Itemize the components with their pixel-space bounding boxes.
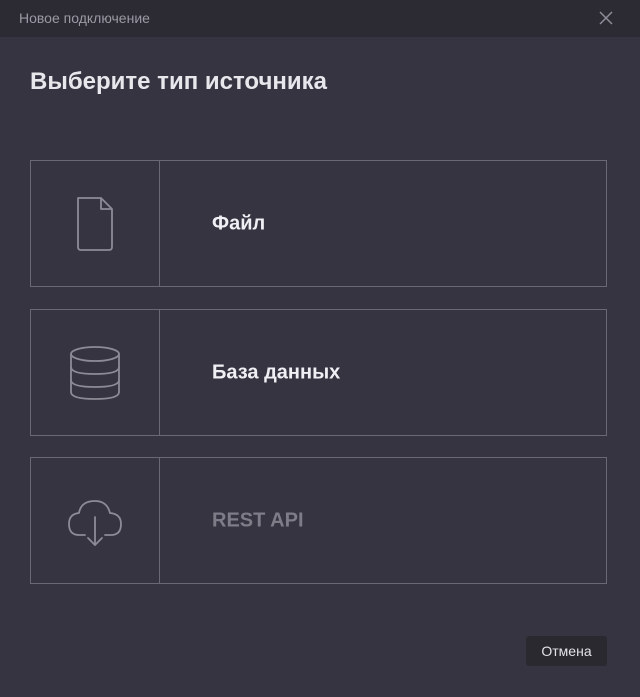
- option-label: REST API: [212, 509, 304, 531]
- database-icon: [70, 345, 120, 400]
- file-icon: [77, 196, 113, 251]
- cancel-button[interactable]: Отмена: [526, 636, 607, 666]
- option-icon-cell: [31, 458, 160, 583]
- option-label: Файл: [212, 212, 266, 234]
- option-icon-cell: [31, 161, 160, 286]
- option-file[interactable]: Файл: [30, 160, 607, 287]
- page-title: Выберите тип источника: [30, 68, 327, 95]
- close-button[interactable]: [596, 8, 616, 28]
- window-title: Новое подключение: [19, 10, 150, 26]
- close-icon: [599, 11, 613, 25]
- new-connection-dialog: Новое подключение Выберите тип источника…: [0, 0, 640, 697]
- titlebar: Новое подключение: [0, 0, 640, 37]
- option-icon-cell: [31, 310, 160, 435]
- option-database[interactable]: База данных: [30, 309, 607, 436]
- option-rest-api: REST API: [30, 457, 607, 584]
- cloud-download-icon: [68, 499, 122, 546]
- option-label: База данных: [212, 361, 341, 383]
